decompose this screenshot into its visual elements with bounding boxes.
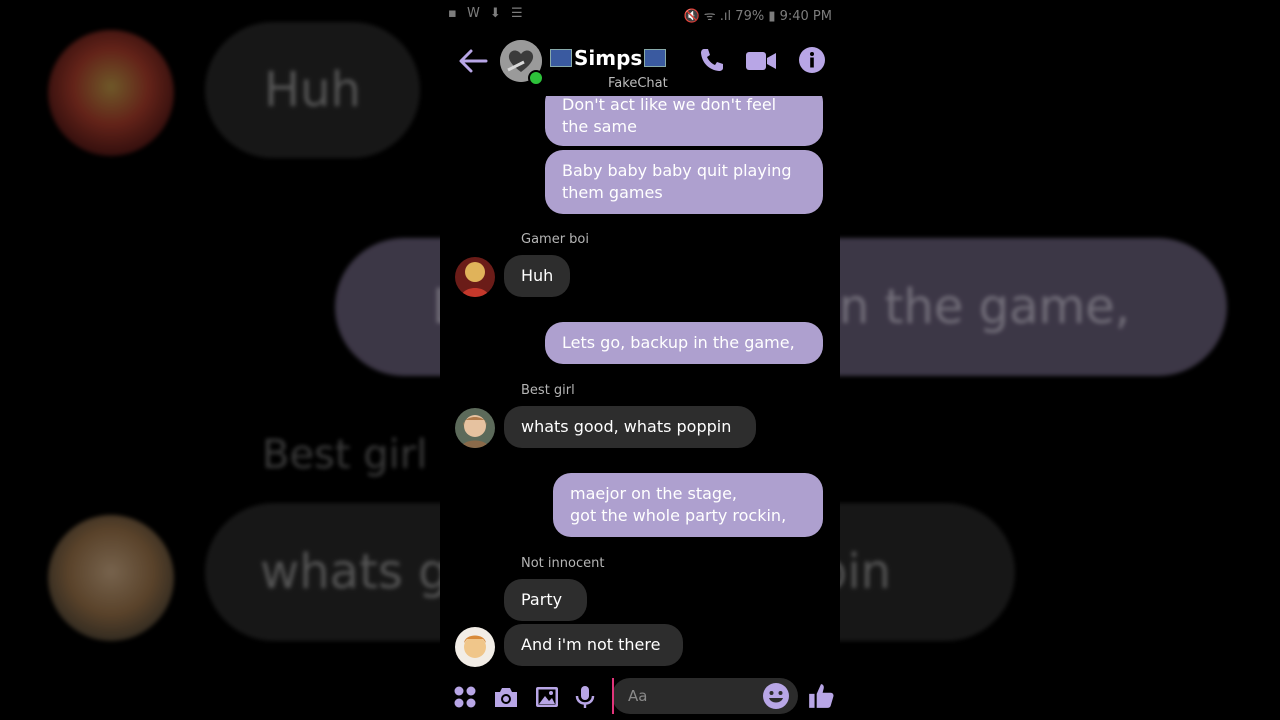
message-bubble-incoming[interactable]: And i'm not there [504,624,683,666]
phone-icon[interactable] [698,46,726,74]
message-bubble-outgoing[interactable]: Baby baby baby quit playing them games [545,150,823,214]
bg-avatar-gamer [48,30,174,156]
microphone-icon[interactable] [572,684,598,710]
message-bubble-outgoing[interactable]: Lets go, backup in the game, [545,322,823,364]
message-bubble-outgoing[interactable]: Don't act like we don't feel the same [545,96,823,146]
emoji-icon[interactable] [762,682,790,710]
user-avatar-icon [455,408,495,448]
chat-header: Simps FakeChat [440,28,840,96]
video-camera-icon[interactable] [745,50,777,72]
avatar-not-innocent[interactable] [455,627,495,667]
avatar-gamer-boi[interactable] [455,257,495,297]
message-list[interactable]: Don't act like we don't feel the same Ba… [440,96,840,676]
bg-label-best-girl: Best girl [262,432,428,478]
message-bubble-outgoing[interactable]: maejor on the stage, got the whole party… [553,473,823,537]
message-composer [440,676,840,720]
user-avatar-icon [455,257,495,297]
user-avatar-icon [455,627,495,667]
status-right: 🔇 ᯤ .ıl 79% ▮ 9:40 PM [683,9,832,24]
sender-name: Not innocent [521,556,605,571]
apps-grid-icon[interactable] [452,684,478,710]
sender-name: Best girl [521,383,575,398]
message-input[interactable] [612,678,762,714]
message-bubble-incoming[interactable]: Huh [504,255,570,297]
info-icon[interactable] [798,46,826,74]
chat-title[interactable]: Simps [550,46,667,70]
image-gallery-icon[interactable] [534,684,560,710]
flag-emoji-icon [644,49,667,67]
avatar-best-girl[interactable] [455,408,495,448]
thumbs-up-icon[interactable] [807,682,835,710]
status-left-icons: ▪ W ⬇ ☰ [448,6,526,21]
message-input-container [612,678,798,714]
message-bubble-incoming[interactable]: Party [504,579,587,621]
bg-bubble-huh-text: Huh [264,62,361,118]
bg-bubble-huh: Huh [205,22,420,158]
camera-icon[interactable] [493,684,519,710]
sender-name: Gamer boi [521,232,589,247]
arrow-left-icon[interactable] [458,48,488,74]
bg-avatar-best-girl [48,515,174,641]
chat-subtitle: FakeChat [608,76,668,91]
chat-title-text: Simps [574,46,643,70]
status-bar: ▪ W ⬇ ☰ 🔇 ᯤ .ıl 79% ▮ 9:40 PM [440,0,840,28]
online-status-dot [528,70,544,86]
message-bubble-incoming[interactable]: whats good, whats poppin [504,406,756,448]
phone-screen: ▪ W ⬇ ☰ 🔇 ᯤ .ıl 79% ▮ 9:40 PM Simps Fake… [440,0,840,720]
flag-emoji-icon [550,49,572,67]
